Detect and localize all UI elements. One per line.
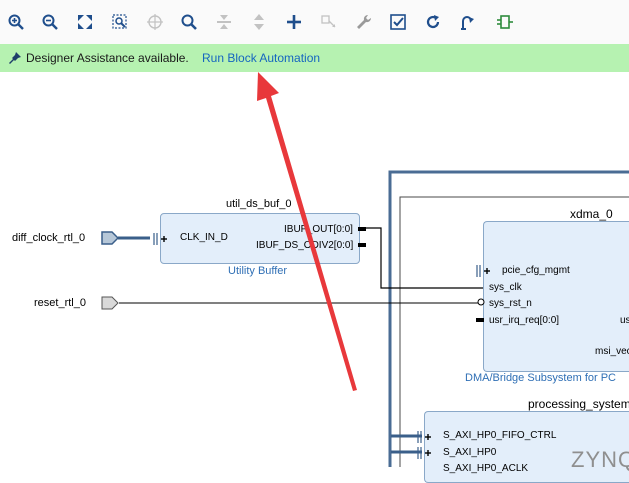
annotation-arrow [257, 72, 357, 391]
block-diagram-canvas[interactable]: diff_clock_rtl_0 reset_rtl_0 util_ds_buf… [0, 72, 629, 483]
